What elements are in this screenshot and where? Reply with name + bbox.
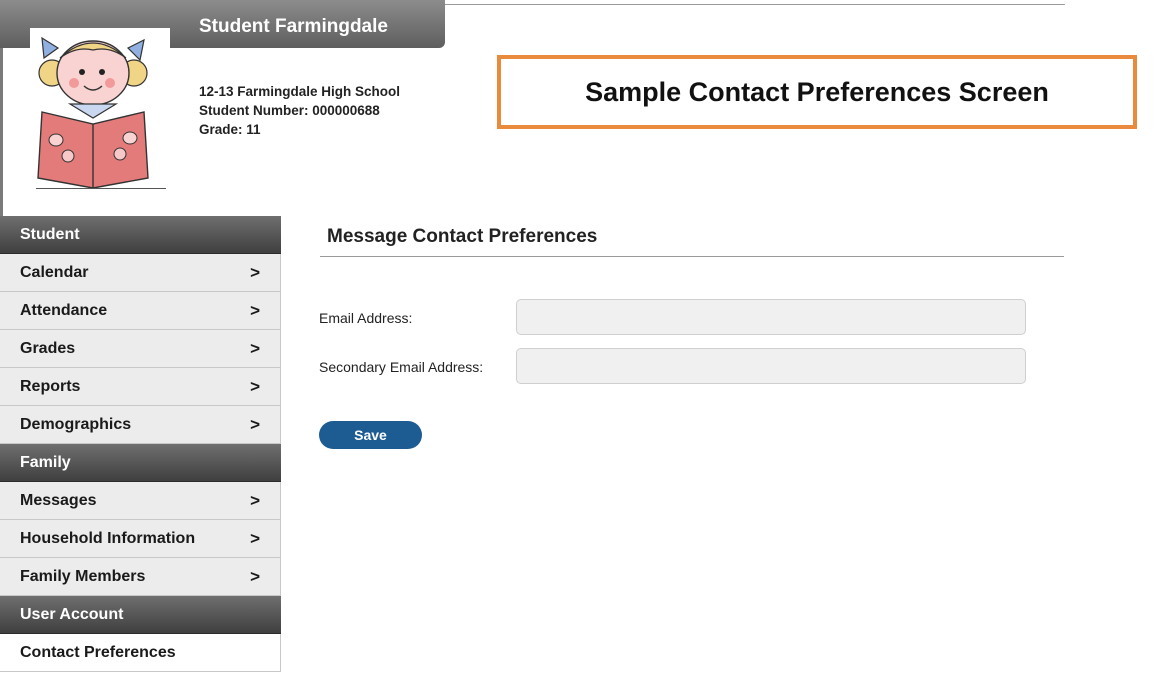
email-field[interactable]	[516, 299, 1026, 335]
chevron-right-icon: >	[250, 414, 260, 434]
chevron-right-icon: >	[250, 528, 260, 548]
avatar-underline	[36, 188, 166, 189]
sidebar-item-label: Demographics	[20, 415, 132, 433]
sidebar-item-family-members[interactable]: Family Members >	[0, 558, 281, 596]
sidebar-item-contact-preferences[interactable]: Contact Preferences	[0, 634, 281, 672]
sidebar-item-messages[interactable]: Messages >	[0, 482, 281, 520]
sample-screen-callout: Sample Contact Preferences Screen	[497, 55, 1137, 129]
sidebar-item-household-information[interactable]: Household Information >	[0, 520, 281, 558]
sidebar-item-reports[interactable]: Reports >	[0, 368, 281, 406]
chevron-right-icon: >	[250, 300, 260, 320]
sidebar-item-calendar[interactable]: Calendar >	[0, 254, 281, 292]
chevron-right-icon: >	[250, 490, 260, 510]
callout-text: Sample Contact Preferences Screen	[585, 76, 1049, 107]
school-name: 12-13 Farmingdale High School	[199, 84, 401, 99]
save-button[interactable]: Save	[319, 421, 422, 449]
student-number: Student Number: 000000688	[199, 103, 380, 118]
sidebar-item-label: Calendar	[20, 263, 89, 281]
secondary-email-field[interactable]	[516, 348, 1026, 384]
sidebar-item-label: Household Information	[20, 529, 196, 547]
girl-reading-icon	[37, 36, 149, 189]
secondary-email-label: Secondary Email Address:	[319, 359, 484, 375]
student-grade: Grade: 11	[199, 122, 261, 137]
sidebar-item-attendance[interactable]: Attendance >	[0, 292, 281, 330]
student-info: 12-13 Farmingdale High School Student Nu…	[199, 82, 400, 139]
sidebar-item-label: Messages	[20, 491, 97, 509]
sidebar-nav: Student Calendar > Attendance > Grades >…	[0, 216, 281, 672]
email-label: Email Address:	[319, 310, 413, 326]
chevron-right-icon: >	[250, 376, 260, 396]
sidebar-item-label: Contact Preferences	[20, 643, 176, 661]
left-border	[0, 48, 3, 216]
sidebar-item-label: Family Members	[20, 567, 146, 585]
student-name-title: Student Farmingdale	[199, 16, 388, 37]
chevron-right-icon: >	[250, 262, 260, 282]
header-divider	[445, 4, 1065, 5]
sidebar-section-user-account: User Account	[0, 596, 281, 634]
sidebar-item-label: Reports	[20, 377, 81, 395]
sidebar-section-student: Student	[0, 216, 281, 254]
student-avatar	[30, 28, 170, 190]
sidebar-item-label: Grades	[20, 339, 76, 357]
sidebar-item-label: Attendance	[20, 301, 108, 319]
page-title: Message Contact Preferences	[327, 226, 598, 247]
title-divider	[320, 256, 1064, 257]
sidebar-item-demographics[interactable]: Demographics >	[0, 406, 281, 444]
sidebar-section-family: Family	[0, 444, 281, 482]
chevron-right-icon: >	[250, 566, 260, 586]
chevron-right-icon: >	[250, 338, 260, 358]
sidebar-item-grades[interactable]: Grades >	[0, 330, 281, 368]
